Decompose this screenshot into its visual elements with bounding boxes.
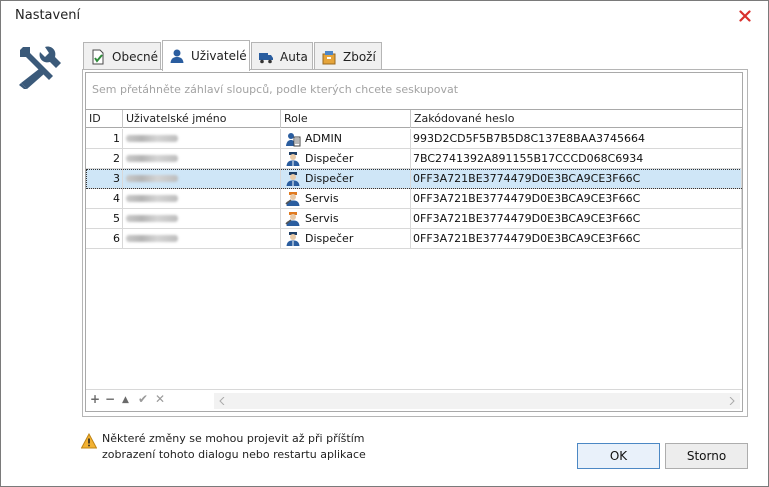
title-bar: Nastavení xyxy=(1,1,768,31)
dispatcher-icon xyxy=(286,171,300,186)
truck-icon xyxy=(259,52,273,63)
document-check-icon xyxy=(92,49,104,64)
table-row-selected[interactable]: 3 Dispečer 0FF3A721BE3774479D0E3BCA9CE3F… xyxy=(86,169,742,189)
tab-label: Auta xyxy=(280,49,308,64)
scroll-left-icon[interactable] xyxy=(218,397,226,405)
grid-header: ID Uživatelské jméno Role Zakódované hes… xyxy=(86,109,742,128)
service-icon xyxy=(285,211,300,226)
cell-password-hash: 0FF3A721BE3774479D0E3BCA9CE3F66C xyxy=(411,189,742,208)
cell-username xyxy=(123,229,281,248)
role-label: Dispečer xyxy=(305,172,354,185)
cell-password-hash: 0FF3A721BE3774479D0E3BCA9CE3F66C xyxy=(411,209,742,228)
cell-password-hash: 0FF3A721BE3774479D0E3BCA9CE3F66C xyxy=(411,169,742,188)
dispatcher-icon xyxy=(286,151,300,166)
cell-id: 6 xyxy=(86,229,123,248)
users-grid: Sem přetáhněte záhlaví sloupců, podle kt… xyxy=(85,72,743,412)
close-button[interactable] xyxy=(722,1,768,31)
redacted-username xyxy=(126,175,178,182)
cell-password-hash: 993D2CD5F5B7B5D8C137E8BAA3745664 xyxy=(411,129,742,148)
cell-role: Dispečer xyxy=(281,169,411,188)
column-header-id[interactable]: ID xyxy=(86,110,123,128)
dispatcher-icon xyxy=(286,231,300,246)
confirm-edit-button[interactable]: ✔ xyxy=(138,392,148,406)
table-row[interactable]: 5 Servis 0FF3A721BE3774479D0E3BCA9CE3F66… xyxy=(86,209,742,229)
user-icon xyxy=(170,49,184,63)
column-header-username[interactable]: Uživatelské jméno xyxy=(123,110,281,128)
scroll-right-icon[interactable] xyxy=(728,397,736,405)
tab-general[interactable]: Obecné xyxy=(83,42,161,70)
tab-label: Zboží xyxy=(343,49,376,64)
admin-icon xyxy=(286,132,301,146)
tab-label: Uživatelé xyxy=(191,49,247,63)
role-label: ADMIN xyxy=(305,132,342,145)
warning-line-1: Některé změny se mohou projevit až při p… xyxy=(102,432,365,445)
cell-role: Servis xyxy=(281,209,411,228)
delete-record-button[interactable]: − xyxy=(105,392,115,406)
warning-line-2: zobrazení tohoto dialogu nebo restartu a… xyxy=(102,448,366,461)
table-row[interactable]: 1 ADMIN 993D2CD5F5B7B5D8C137E8BAA3745664 xyxy=(86,129,742,149)
table-row[interactable]: 2 Dispečer 7BC2741392A891155B17CCCD068C6… xyxy=(86,149,742,169)
table-row[interactable]: 6 Dispečer 0FF3A721BE3774479D0E3BCA9CE3F… xyxy=(86,229,742,249)
grid-navigator: + − ▲ ✔ ✕ xyxy=(86,389,742,411)
cell-id: 5 xyxy=(86,209,123,228)
cell-username xyxy=(123,169,281,188)
cell-id: 3 xyxy=(86,169,123,188)
service-icon xyxy=(285,191,300,206)
cell-password-hash: 0FF3A721BE3774479D0E3BCA9CE3F66C xyxy=(411,229,742,248)
column-header-role[interactable]: Role xyxy=(281,110,411,128)
cell-username xyxy=(123,129,281,148)
group-hint: Sem přetáhněte záhlaví sloupců, podle kt… xyxy=(92,83,459,96)
tab-label: Obecné xyxy=(112,49,159,64)
cell-password-hash: 7BC2741392A891155B17CCCD068C6934 xyxy=(411,149,742,168)
window-title: Nastavení xyxy=(15,8,81,23)
redacted-username xyxy=(126,155,178,162)
redacted-username xyxy=(126,235,178,242)
cell-username xyxy=(123,189,281,208)
cell-role: ADMIN xyxy=(281,129,411,148)
role-label: Servis xyxy=(305,192,339,205)
close-icon xyxy=(739,10,751,22)
cell-id: 2 xyxy=(86,149,123,168)
tools-icon xyxy=(19,46,61,89)
cell-username xyxy=(123,149,281,168)
cell-username xyxy=(123,209,281,228)
tab-goods[interactable]: Zboží xyxy=(314,42,382,70)
restart-warning: Některé změny se mohou projevit až při p… xyxy=(102,431,366,463)
redacted-username xyxy=(126,215,178,222)
group-panel[interactable]: Sem přetáhněte záhlaví sloupců, podle kt… xyxy=(86,73,742,109)
table-row[interactable]: 4 Servis 0FF3A721BE3774479D0E3BCA9CE3F66… xyxy=(86,189,742,209)
box-icon xyxy=(322,50,336,64)
move-up-button[interactable]: ▲ xyxy=(122,395,129,405)
ok-button[interactable]: OK xyxy=(577,443,660,469)
horizontal-scrollbar[interactable] xyxy=(214,393,740,409)
tab-cars[interactable]: Auta xyxy=(251,42,313,70)
settings-dialog: Nastavení Obecné Uživatelé Auta Zboží Se… xyxy=(0,0,769,487)
cell-id: 1 xyxy=(86,129,123,148)
cell-role: Dispečer xyxy=(281,229,411,248)
redacted-username xyxy=(126,135,178,142)
cell-role: Dispečer xyxy=(281,149,411,168)
cancel-edit-button[interactable]: ✕ xyxy=(155,392,165,406)
add-record-button[interactable]: + xyxy=(90,392,100,406)
role-label: Dispečer xyxy=(305,232,354,245)
tab-users[interactable]: Uživatelé xyxy=(162,40,250,71)
cell-role: Servis xyxy=(281,189,411,208)
column-header-password[interactable]: Zakódované heslo xyxy=(411,110,742,128)
redacted-username xyxy=(126,195,178,202)
cell-id: 4 xyxy=(86,189,123,208)
warning-icon xyxy=(81,433,97,449)
role-label: Dispečer xyxy=(305,152,354,165)
role-label: Servis xyxy=(305,212,339,225)
cancel-button[interactable]: Storno xyxy=(665,443,748,469)
